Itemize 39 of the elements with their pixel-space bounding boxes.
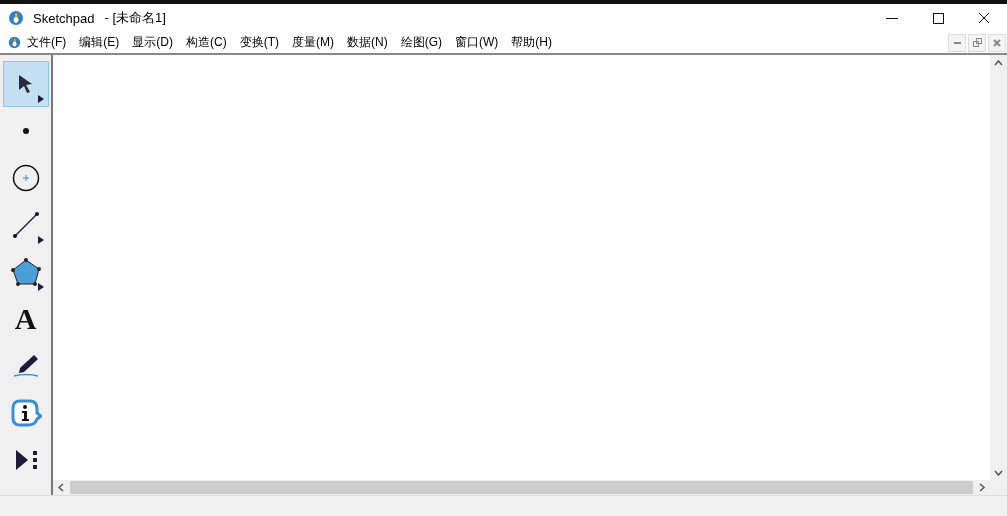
pentagon-icon — [10, 258, 41, 286]
document-name: - [未命名1] — [104, 9, 166, 27]
close-icon — [978, 12, 990, 24]
menu-item[interactable]: 绘图(G) — [394, 34, 448, 51]
app-logo-icon — [8, 10, 24, 26]
menu-item[interactable]: 窗口(W) — [449, 34, 505, 51]
document-minimize-button[interactable] — [948, 33, 966, 52]
document-restore-button[interactable] — [968, 33, 986, 52]
info-icon — [9, 398, 42, 428]
menu-item[interactable]: 文件(F) — [21, 34, 73, 51]
minimize-icon — [953, 41, 961, 44]
point-icon — [22, 128, 29, 134]
app-logo-icon — [8, 36, 21, 49]
marker-icon — [11, 353, 40, 379]
scroll-up-icon — [994, 60, 1003, 66]
menu-item[interactable]: 变换(T) — [233, 34, 285, 51]
menu-item[interactable]: 编辑(E) — [73, 34, 126, 51]
window-title: Sketchpad — [33, 10, 95, 26]
restore-icon — [972, 38, 982, 47]
circle-icon — [11, 164, 40, 192]
submenu-caret-icon — [37, 283, 44, 291]
vertical-scrollbar[interactable] — [990, 55, 1007, 480]
minimize-icon — [886, 17, 898, 19]
menu-item[interactable]: 度量(M) — [286, 34, 340, 51]
text-tool-glyph: A — [14, 302, 37, 336]
menu-item[interactable]: 帮助(H) — [505, 34, 558, 51]
menu-item[interactable]: 数据(N) — [341, 34, 394, 51]
tool-button[interactable]: A — [2, 296, 49, 342]
menu-item[interactable]: 显示(D) — [126, 34, 179, 51]
tool-button[interactable] — [2, 61, 49, 107]
document-close-button[interactable] — [988, 33, 1006, 52]
line-segment-icon — [11, 211, 40, 239]
horizontal-scrollbar[interactable] — [53, 480, 1007, 495]
submenu-caret-icon — [37, 236, 44, 244]
maximize-icon — [932, 12, 944, 24]
submenu-caret-icon — [37, 95, 44, 103]
close-icon — [993, 38, 1001, 47]
scroll-down-icon — [994, 470, 1003, 476]
menu-item[interactable]: 构造(C) — [180, 34, 233, 51]
